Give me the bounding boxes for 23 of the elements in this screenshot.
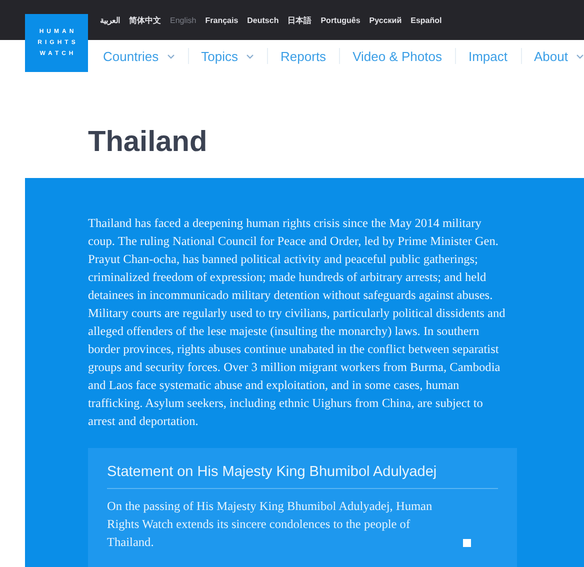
language-link[interactable]: Deutsch [247,16,279,24]
nav-link[interactable]: Video & Photos [352,48,442,64]
caret-icon [166,54,175,58]
caret-icon [576,54,584,58]
language-link[interactable]: Português [320,16,360,24]
intro-paragraph: Thailand has faced a deepening human rights crisis since the May 2014 military coup. The ruling National Council for Peace and Order, led by Prime Minister Gen. Prayut Chan-ocha, has banned political activity and peaceful public gatherings; criminalized freedom of expression; made hundreds of arbitrary arrests; and held detainees in incommunicado military detention without safeguards against abuses. Military courts are regularly used to try civilians, particularly political dissidents and alleged offenders of the lese majeste (insulting the monarchy) laws. In southern border provinces, rights abuses continue unabated in the conflict between separatist groups and security forces. Over 3 million migrant workers from Burma, Cambodia and Laos face systematic abuse and exploitation, and in some cases, human trafficking. Asylum seekers, including ethnic Uighurs from China, are subject to arrest and deportation. [88,215,506,430]
nav-link[interactable]: Reports [280,48,326,64]
language-link[interactable]: Русский [369,16,402,24]
language-link[interactable]: Español [410,16,442,24]
page-title: Thailand [88,125,208,160]
language-link[interactable]: Français [205,16,238,24]
language-link[interactable]: English [170,16,196,24]
nav-link[interactable]: Countries [103,48,175,64]
language-link[interactable]: 简体中文 [129,14,161,26]
language-link[interactable]: 日本語 [288,14,312,26]
caret-icon [246,54,254,58]
statement-text: On the passing of His Majesty King Bhumibol Adulyadej, Human Rights Watch extends its sincere condolences to the people of Thailand. [107,498,434,551]
nav-link[interactable]: Topics [201,48,254,64]
statement-heading[interactable]: Statement on His Majesty King Bhumibol Adulyadej [107,464,498,489]
nav-link[interactable]: About [534,48,584,64]
nav-link[interactable]: Impact [468,48,508,64]
end-mark-icon [463,539,471,547]
language-link[interactable]: العربية [100,16,120,24]
